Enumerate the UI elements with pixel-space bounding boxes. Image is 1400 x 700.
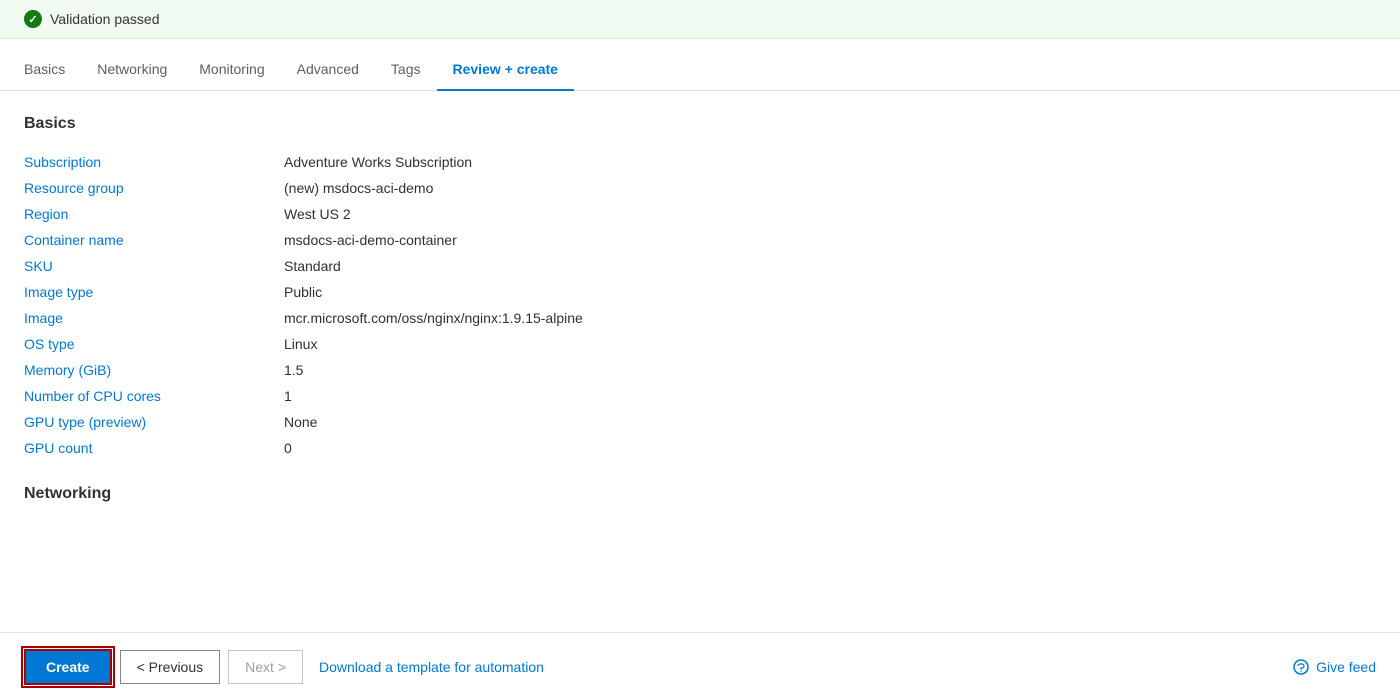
row-value: West US 2: [284, 201, 1376, 227]
tab-tags[interactable]: Tags: [375, 49, 437, 91]
networking-section: Networking: [24, 485, 1376, 503]
table-row: Image type Public: [24, 279, 1376, 305]
footer: Create < Previous Next > Download a temp…: [0, 632, 1400, 700]
row-label: Image type: [24, 279, 284, 305]
row-value: (new) msdocs-aci-demo: [284, 175, 1376, 201]
tab-advanced[interactable]: Advanced: [281, 49, 375, 91]
row-value: mcr.microsoft.com/oss/nginx/nginx:1.9.15…: [284, 305, 1376, 331]
row-label: Container name: [24, 227, 284, 253]
table-row: Subscription Adventure Works Subscriptio…: [24, 149, 1376, 175]
row-label: GPU type (preview): [24, 409, 284, 435]
table-row: GPU type (preview) None: [24, 409, 1376, 435]
table-row: Container name msdocs-aci-demo-container: [24, 227, 1376, 253]
row-value: 1.5: [284, 357, 1376, 383]
main-content: Basics Subscription Adventure Works Subs…: [0, 91, 1400, 629]
tab-networking[interactable]: Networking: [81, 49, 183, 91]
tab-navigation: Basics Networking Monitoring Advanced Ta…: [0, 39, 1400, 91]
validation-check-icon: [24, 10, 42, 28]
row-value: 1: [284, 383, 1376, 409]
tab-basics[interactable]: Basics: [24, 49, 81, 91]
row-label: SKU: [24, 253, 284, 279]
table-row: SKU Standard: [24, 253, 1376, 279]
row-value: 0: [284, 435, 1376, 461]
table-row: Resource group (new) msdocs-aci-demo: [24, 175, 1376, 201]
networking-heading: Networking: [24, 485, 1376, 503]
row-label: Memory (GiB): [24, 357, 284, 383]
row-value: Public: [284, 279, 1376, 305]
row-label: Image: [24, 305, 284, 331]
row-value: Standard: [284, 253, 1376, 279]
tab-monitoring[interactable]: Monitoring: [183, 49, 280, 91]
row-label: Resource group: [24, 175, 284, 201]
row-value: msdocs-aci-demo-container: [284, 227, 1376, 253]
next-button: Next >: [228, 650, 303, 684]
basics-heading: Basics: [24, 115, 1376, 133]
row-label: GPU count: [24, 435, 284, 461]
create-button[interactable]: Create: [24, 649, 112, 685]
row-value: None: [284, 409, 1376, 435]
table-row: OS type Linux: [24, 331, 1376, 357]
row-label: Region: [24, 201, 284, 227]
previous-button[interactable]: < Previous: [120, 650, 221, 684]
row-label: OS type: [24, 331, 284, 357]
row-value: Adventure Works Subscription: [284, 149, 1376, 175]
table-row: Memory (GiB) 1.5: [24, 357, 1376, 383]
feedback-icon: [1292, 658, 1310, 676]
give-feedback-button[interactable]: Give feed: [1292, 658, 1376, 676]
table-row: Image mcr.microsoft.com/oss/nginx/nginx:…: [24, 305, 1376, 331]
basics-section: Basics Subscription Adventure Works Subs…: [24, 115, 1376, 461]
feedback-label: Give feed: [1316, 659, 1376, 675]
row-value: Linux: [284, 331, 1376, 357]
tab-review-create[interactable]: Review + create: [437, 49, 574, 91]
table-row: Number of CPU cores 1: [24, 383, 1376, 409]
basics-table: Subscription Adventure Works Subscriptio…: [24, 149, 1376, 461]
download-template-link[interactable]: Download a template for automation: [319, 659, 544, 675]
table-row: Region West US 2: [24, 201, 1376, 227]
row-label: Subscription: [24, 149, 284, 175]
row-label: Number of CPU cores: [24, 383, 284, 409]
validation-banner: Validation passed: [0, 0, 1400, 39]
table-row: GPU count 0: [24, 435, 1376, 461]
validation-text: Validation passed: [50, 11, 159, 27]
